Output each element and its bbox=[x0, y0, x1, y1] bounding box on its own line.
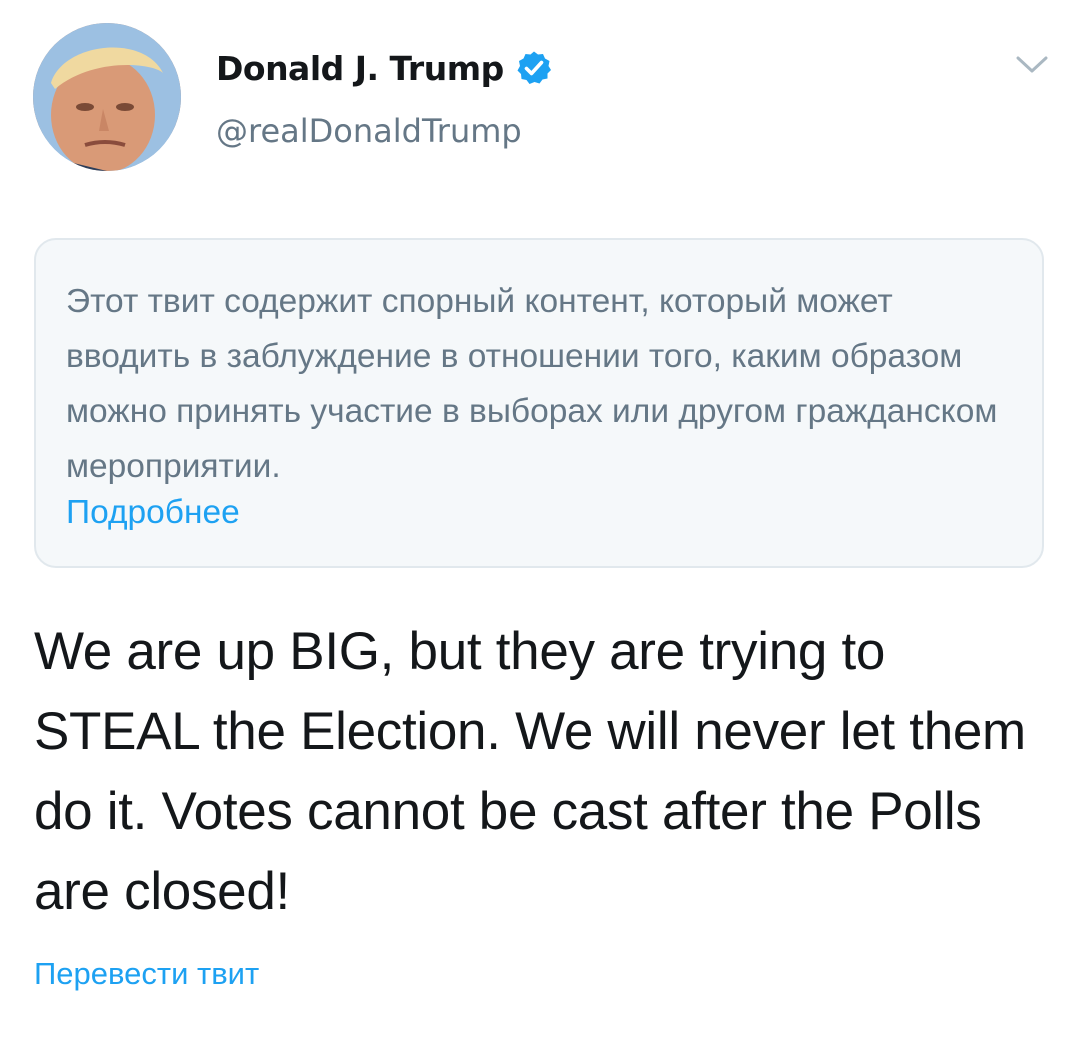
author-display-name[interactable]: Donald J. Trump bbox=[216, 49, 504, 88]
translate-tweet-link[interactable]: Перевести твит bbox=[34, 956, 259, 992]
avatar[interactable] bbox=[33, 23, 181, 171]
tweet-text: We are up BIG, but they are trying to ST… bbox=[34, 622, 1026, 921]
notice-text: Этот твит содержит спорный контент, кото… bbox=[66, 283, 998, 485]
verified-badge-icon bbox=[516, 50, 552, 86]
tweet-header: Donald J. Trump @realDonaldTrump bbox=[0, 0, 1080, 200]
learn-more-link[interactable]: Подробнее bbox=[66, 488, 1010, 538]
author-name-row: Donald J. Trump bbox=[216, 40, 552, 96]
avatar-photo-icon bbox=[33, 23, 181, 171]
author-handle[interactable]: @realDonaldTrump bbox=[216, 112, 522, 150]
chevron-down-icon[interactable] bbox=[1014, 50, 1050, 78]
disputed-content-notice: Этот твит содержит спорный контент, кото… bbox=[34, 238, 1044, 568]
